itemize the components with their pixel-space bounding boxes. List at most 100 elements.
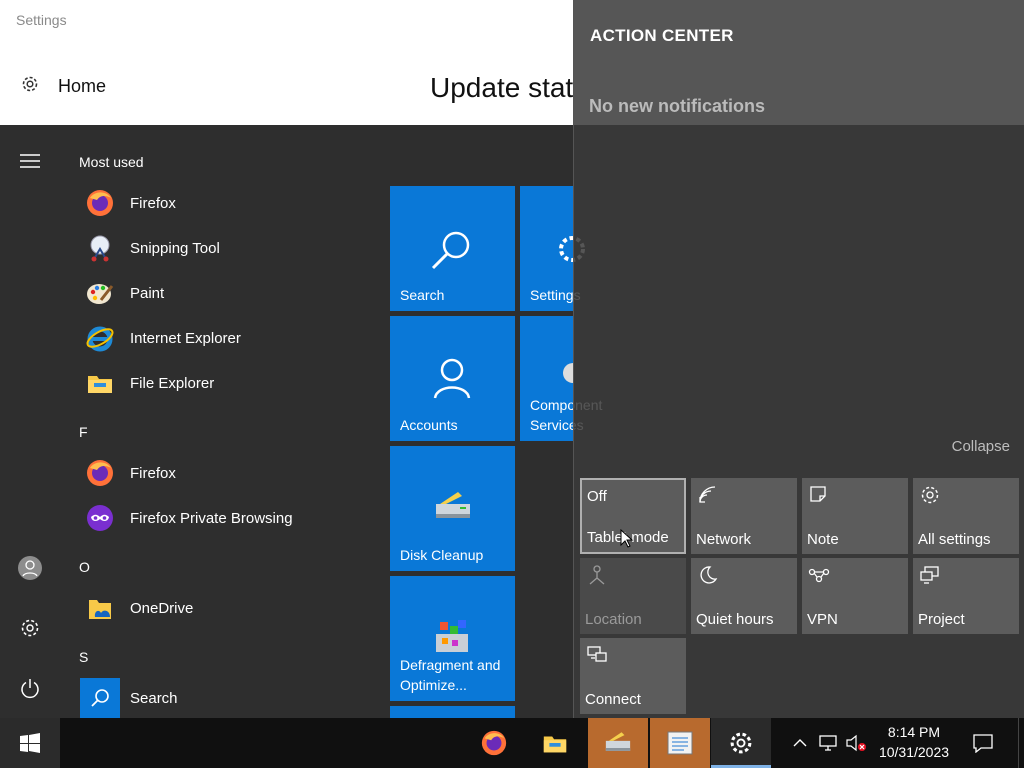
quick-action-network[interactable]: Network [691, 478, 797, 554]
app-item-snipping-tool[interactable]: Snipping Tool [80, 228, 380, 268]
quick-action-label: Note [807, 531, 839, 548]
internet-explorer-icon [80, 318, 120, 358]
collapse-link[interactable]: Collapse [952, 438, 1010, 455]
tile-accounts[interactable]: Accounts [390, 316, 515, 441]
tile-disk-cleanup[interactable]: Disk Cleanup [390, 446, 515, 571]
network-tray-button[interactable] [814, 718, 842, 768]
app-item-onedrive[interactable]: OneDrive [80, 588, 380, 628]
search-icon [431, 231, 470, 270]
taskbar: 8:14 PM 10/31/2023 [0, 718, 1024, 768]
settings-rail-button[interactable] [14, 612, 46, 644]
network-icon [699, 486, 716, 503]
start-button[interactable] [0, 718, 60, 768]
settings-home-link[interactable]: Home [20, 74, 106, 99]
connect-icon [587, 646, 607, 662]
app-item-firefox-private[interactable]: Firefox Private Browsing [80, 498, 380, 538]
quick-action-label: Connect [585, 691, 641, 708]
tile-component-services[interactable]: Component Services [520, 316, 602, 441]
app-label: Firefox Private Browsing [130, 509, 293, 527]
disk-cleanup-icon [605, 732, 631, 751]
taskbar-file-explorer[interactable] [525, 718, 585, 768]
app-item-firefox[interactable]: Firefox [80, 183, 380, 223]
tile-label: Defragment and Optimize... [400, 657, 501, 693]
app-item-file-explorer[interactable]: File Explorer [80, 363, 380, 403]
onedrive-icon [80, 588, 120, 628]
firefox-private-icon [80, 498, 120, 538]
app-label: File Explorer [130, 374, 215, 392]
taskbar-disk-cleanup[interactable] [588, 718, 648, 768]
volume-tray-button[interactable] [842, 718, 870, 768]
taskbar-firefox[interactable] [464, 718, 524, 768]
group-header-o[interactable]: O [79, 559, 90, 575]
moon-icon [700, 566, 718, 584]
vpn-icon [808, 568, 830, 583]
hamburger-menu-button[interactable] [14, 145, 46, 177]
location-icon [589, 565, 605, 585]
network-monitor-icon [819, 735, 837, 751]
app-label: Paint [130, 284, 165, 302]
search-icon [80, 678, 120, 718]
app-label: Search [130, 689, 178, 707]
quick-action-label: All settings [918, 531, 991, 548]
tile-label: Disk Cleanup [400, 547, 484, 563]
quick-action-label: Project [918, 611, 965, 628]
paint-icon [80, 273, 120, 313]
quick-action-connect[interactable]: Connect [580, 638, 686, 714]
quick-action-label: Network [696, 531, 752, 548]
start-rail [0, 125, 60, 718]
gear-icon [730, 732, 752, 754]
firefox-icon [481, 730, 507, 756]
app-label: Firefox [130, 464, 176, 482]
group-header-f[interactable]: F [79, 424, 88, 440]
taskbar-settings[interactable] [711, 718, 771, 768]
tablet-mode-state: Off [587, 488, 607, 505]
tile-partial[interactable] [390, 706, 515, 718]
action-center-button[interactable] [960, 718, 1006, 768]
app-label: Firefox [130, 194, 176, 212]
tile-settings[interactable]: Settings [520, 186, 585, 311]
notification-icon [973, 734, 993, 753]
no-notifications-message: No new notifications [589, 96, 766, 116]
file-explorer-icon [80, 363, 120, 403]
component-services-icon [563, 363, 573, 383]
gear-icon [21, 619, 39, 637]
gear-icon [20, 74, 40, 99]
disk-cleanup-icon [436, 492, 470, 518]
app-item-search[interactable]: Search [80, 678, 380, 718]
app-item-internet-explorer[interactable]: Internet Explorer [80, 318, 380, 358]
home-label: Home [58, 76, 107, 96]
project-icon [920, 566, 939, 584]
show-desktop-button[interactable] [1018, 718, 1024, 768]
window-title: Settings [16, 12, 67, 28]
app-item-paint[interactable]: Paint [80, 273, 380, 313]
defragment-icon [436, 620, 468, 652]
quick-action-label: Location [585, 611, 642, 628]
quick-action-project[interactable]: Project [913, 558, 1019, 634]
tile-search[interactable]: Search [390, 186, 515, 311]
app-label: Snipping Tool [130, 239, 220, 257]
mouse-cursor-icon [620, 529, 634, 548]
quick-action-quiet-hours[interactable]: Quiet hours [691, 558, 797, 634]
user-avatar-button[interactable] [14, 552, 46, 584]
most-used-header: Most used [79, 154, 144, 170]
clock-date: 10/31/2023 [878, 744, 950, 760]
chevron-up-icon [793, 739, 807, 747]
quick-action-location[interactable]: Location [580, 558, 686, 634]
snipping-tool-icon [80, 228, 120, 268]
firefox-icon [80, 183, 120, 223]
clock[interactable]: 8:14 PM 10/31/2023 [872, 722, 956, 762]
app-item-firefox[interactable]: Firefox [80, 453, 380, 493]
quick-action-label: VPN [807, 611, 838, 628]
taskbar-notepad[interactable] [650, 718, 710, 768]
tile-defragment[interactable]: Defragment and Optimize... [390, 576, 515, 701]
quick-action-all-settings[interactable]: All settings [913, 478, 1019, 554]
show-hidden-icons-button[interactable] [786, 718, 814, 768]
firefox-icon [80, 453, 120, 493]
group-header-s[interactable]: S [79, 649, 88, 665]
power-button[interactable] [14, 672, 46, 704]
person-icon [433, 358, 471, 399]
volume-muted-icon [846, 734, 866, 752]
quick-action-note[interactable]: Note [802, 478, 908, 554]
quick-action-vpn[interactable]: VPN [802, 558, 908, 634]
apps-list: Most used Firefox Snipping Tool Paint In… [60, 125, 380, 718]
